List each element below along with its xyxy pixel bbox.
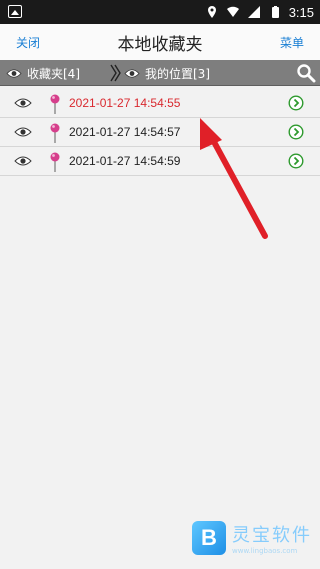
breadcrumb-my-location[interactable]: 我的位置[3] xyxy=(124,60,210,86)
eye-icon[interactable] xyxy=(14,126,32,138)
title-bar: 关闭 本地收藏夹 菜单 xyxy=(0,24,320,60)
eye-icon[interactable] xyxy=(14,155,32,167)
watermark-logo-icon xyxy=(192,521,226,555)
chevron-right-circle-icon[interactable] xyxy=(288,153,304,169)
watermark: 灵宝软件 www.lingbaos.com xyxy=(192,521,312,555)
wifi-icon xyxy=(226,6,239,17)
status-bar: 3:15 xyxy=(0,0,320,24)
eye-icon xyxy=(124,68,140,78)
list-item[interactable]: 2021-01-27 14:54:59 xyxy=(0,147,320,176)
status-time: 3:15 xyxy=(288,4,314,20)
breadcrumb-favorites[interactable]: 收藏夹[4] xyxy=(6,60,80,86)
watermark-sub: www.lingbaos.com xyxy=(232,547,298,555)
search-icon[interactable] xyxy=(296,63,316,83)
list-item[interactable]: 2021-01-27 14:54:57 xyxy=(0,118,320,147)
location-icon xyxy=(207,6,216,18)
list-item-time: 2021-01-27 14:54:59 xyxy=(69,154,181,168)
battery-icon xyxy=(271,6,279,18)
image-icon xyxy=(8,5,22,18)
signal-icon xyxy=(247,6,260,18)
eye-icon xyxy=(6,68,22,78)
map-pin-icon xyxy=(50,123,60,143)
breadcrumb-my-location-label: 我的位置[3] xyxy=(145,66,210,81)
map-pin-icon xyxy=(50,152,60,172)
page-title: 本地收藏夹 xyxy=(117,35,203,55)
list-item-time: 2021-01-27 14:54:57 xyxy=(69,125,181,139)
breadcrumb: 收藏夹[4] 我的位置[3] xyxy=(0,60,320,86)
list-item[interactable]: 2021-01-27 14:54:55 xyxy=(0,89,320,118)
list-item-time: 2021-01-27 14:54:55 xyxy=(69,96,181,110)
watermark-text: 灵宝软件 xyxy=(232,525,312,546)
chevron-right-icon xyxy=(110,64,121,82)
breadcrumb-favorites-label: 收藏夹[4] xyxy=(27,66,80,81)
map-pin-icon xyxy=(50,94,60,114)
menu-button[interactable]: 菜单 xyxy=(280,34,304,51)
eye-icon[interactable] xyxy=(14,97,32,109)
chevron-right-circle-icon[interactable] xyxy=(288,124,304,140)
chevron-right-circle-icon[interactable] xyxy=(288,95,304,111)
favorites-list: 2021-01-27 14:54:55 2021-01-27 14:54:57 20… xyxy=(0,89,320,176)
